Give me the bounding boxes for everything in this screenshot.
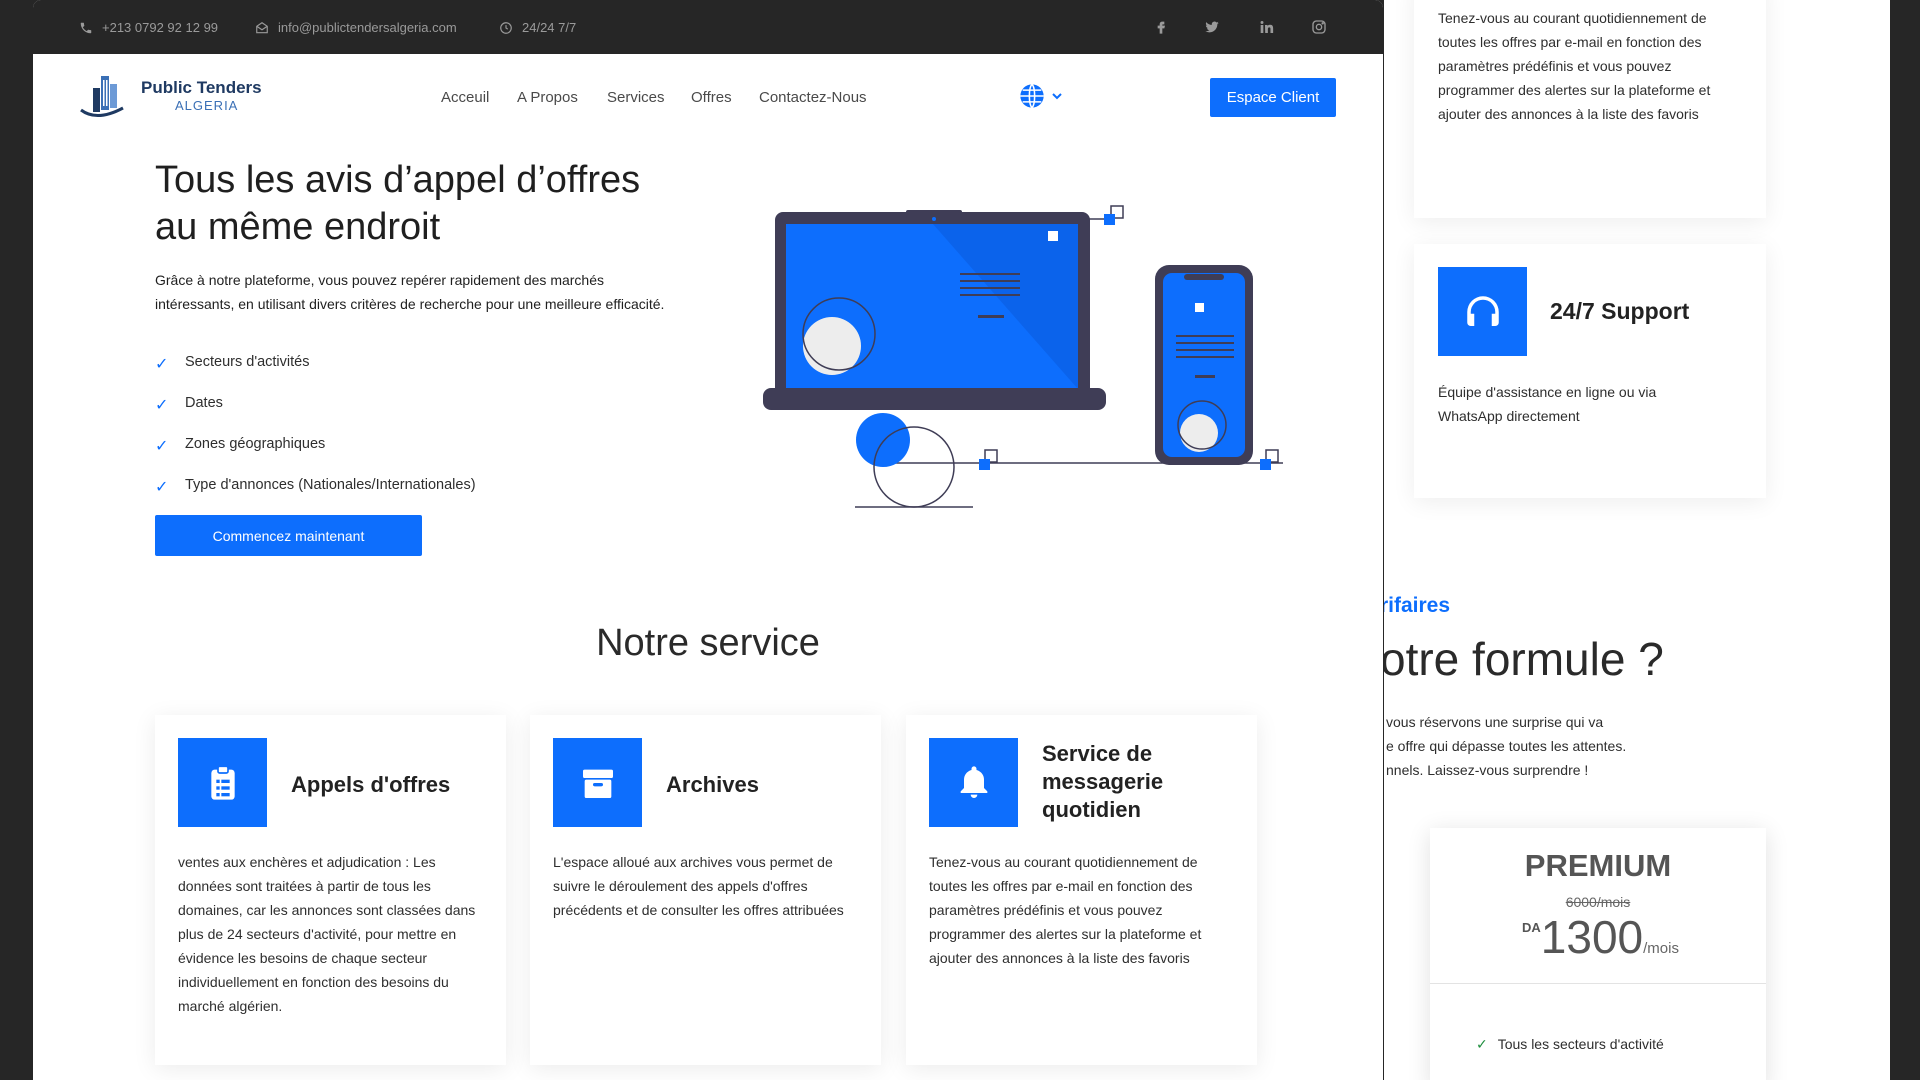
buildings-logo-icon [80,76,124,117]
hours-text: 24/24 7/7 [522,20,577,35]
site-logo[interactable]: Public Tenders ALGERIA [77,70,262,122]
language-selector[interactable] [1018,82,1062,110]
support-description: Équipe d'assistance en ligne ou via What… [1438,384,1657,424]
card-description: L'espace alloué aux archives vous permet… [553,854,844,918]
clock-icon [500,21,512,34]
check-icon: ✓ [155,356,169,373]
price-amount: 1300 [1540,911,1644,963]
checklist-label: Secteurs d'activités [185,354,310,370]
premium-plan-card[interactable]: PREMIUM 6000/mois DA 1300 /mois ✓ Tous l… [1430,828,1766,1080]
globe-icon [1020,83,1044,109]
card-title: Archives [666,772,759,797]
plan-feature: Tous les secteurs d'activité [1497,1036,1664,1052]
pricing-intro: vous réservons une surprise qui va e off… [1386,710,1626,782]
nav-item-acceuil[interactable]: Acceuil [441,89,489,106]
chevron-down-icon [1052,93,1062,100]
list-item: ✓ Tous les secteurs d'activité [1476,1036,1664,1053]
instagram-icon[interactable] [1308,16,1330,38]
list-item: ✓ Dates [155,395,476,436]
pricing-line: nnels. Laissez-vous surprendre ! [1386,762,1589,778]
phone-contact[interactable]: +213 0792 92 12 99 [79,20,218,35]
price-currency: DA [1522,920,1541,935]
archive-box-icon [553,738,642,827]
support-title: 24/7 Support [1550,298,1690,324]
card-title: Appels d'offres [291,772,451,797]
phone-number: +213 0792 92 12 99 [102,20,219,35]
check-icon: ✓ [1476,1036,1488,1052]
divider [1430,983,1766,984]
messaging-card-excerpt: Tenez-vous au courant quotidiennement de… [1414,0,1766,218]
check-icon: ✓ [155,438,169,455]
checklist-label: Dates [185,395,223,411]
headphones-icon [1438,267,1527,356]
phone-icon [80,22,92,33]
list-item: ✓ Zones géographiques [155,436,476,477]
twitter-icon[interactable] [1201,16,1223,38]
plan-name: PREMIUM [1524,848,1672,883]
pricing-line: vous réservons une surprise qui va [1386,714,1604,730]
envelope-icon [256,21,268,33]
main-navbar: Public Tenders ALGERIA Acceuil A Propos … [33,54,1383,140]
nav-item-services[interactable]: Services [607,89,665,106]
nav-item-contactez-nous[interactable]: Contactez-Nous [759,89,867,106]
opening-hours: 24/24 7/7 [499,20,576,35]
devices-illustration [763,205,1283,508]
list-item: ✓ Secteurs d'activités [155,354,476,395]
email-contact[interactable]: info@publictendersalgeria.com [255,20,457,35]
bell-icon [929,738,1018,827]
card-description: Tenez-vous au courant quotidiennement de… [1438,10,1711,122]
commencez-maintenant-button[interactable]: Commencez maintenant [155,515,422,556]
nav-item-offres[interactable]: Offres [691,89,732,106]
website-window: +213 0792 92 12 99 info@publictendersalg… [33,0,1383,1080]
pricing-line: e offre qui dépasse toutes les attentes. [1386,738,1627,754]
espace-client-button[interactable]: Espace Client [1210,78,1336,117]
pricing-title: otre formule ? [1384,633,1664,685]
feature-checklist: ✓ Secteurs d'activités ✓ Dates ✓ Zones géog… [155,354,476,518]
check-icon: ✓ [155,479,169,496]
service-card-messagerie[interactable]: Service de messagerie quotidien Tenez-vo… [906,715,1257,1065]
price-period: /mois [1643,940,1679,957]
service-card-appels[interactable]: Appels d'offres ventes aux enchères et a… [155,715,506,1065]
card-description: Tenez-vous au courant quotidiennement de… [929,854,1202,966]
old-price: 6000/mois [1565,894,1631,910]
notre-service-title: Notre service [596,622,820,664]
list-item: ✓ Type d'annonces (Nationales/Internation… [155,477,476,518]
checklist-label: Type d'annonces (Nationales/Internationa… [185,477,476,493]
logo-country: ALGERIA [175,98,239,113]
top-info-bar: +213 0792 92 12 99 info@publictendersalg… [33,0,1383,54]
hero-title: Tous les avis d’appel d’offres au même e… [155,159,641,248]
check-icon: ✓ [155,397,169,414]
email-address: info@publictendersalgeria.com [278,20,457,35]
current-price: DA 1300 /mois [1522,912,1679,962]
pricing-eyebrow: rifaires [1384,594,1451,617]
card-description: ventes aux enchères et adjudication : Le… [178,854,476,1014]
hero-description: Grâce à notre plateforme, vous pouvez re… [155,272,665,312]
service-card-archives[interactable]: Archives L'espace alloué aux archives vo… [530,715,881,1065]
clipboard-list-icon [178,738,267,827]
checklist-label: Zones géographiques [185,436,326,452]
logo-name: Public Tenders [141,78,262,97]
support-card[interactable]: 24/7 Support Équipe d'assistance en lign… [1414,244,1766,498]
linkedin-icon[interactable] [1255,16,1277,38]
nav-item-a-propos[interactable]: A Propos [517,89,578,106]
card-title: Service de messagerie quotidien [1042,741,1164,822]
facebook-icon[interactable] [1150,16,1172,38]
secondary-window: Tenez-vous au courant quotidiennement de… [1384,0,1890,1080]
